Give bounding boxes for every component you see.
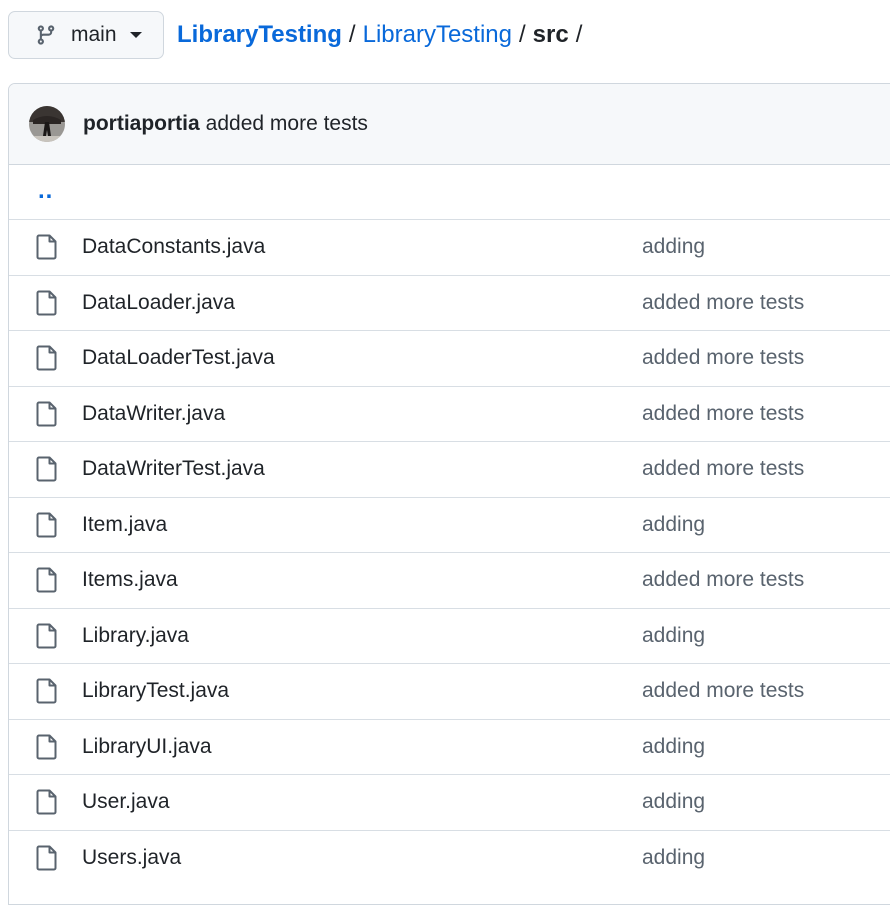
file-row[interactable]: DataLoaderTest.java added more tests: [9, 330, 890, 386]
file-rows: DataConstants.java adding DataLoader.java a…: [9, 219, 890, 885]
file-name-link[interactable]: LibraryUI.java: [82, 735, 212, 759]
file-row[interactable]: LibraryTest.java added more tests: [9, 663, 890, 719]
file-list-box: portiaportia added more tests .. DataCon…: [8, 83, 890, 905]
file-icon: [36, 234, 58, 260]
file-commit-message-link[interactable]: adding: [642, 790, 705, 814]
avatar[interactable]: [29, 106, 65, 142]
file-icon: [36, 845, 58, 871]
file-name-link[interactable]: Items.java: [82, 568, 178, 592]
file-commit-message-link[interactable]: added more tests: [642, 402, 804, 426]
file-icon: [36, 678, 58, 704]
file-row[interactable]: Items.java added more tests: [9, 552, 890, 608]
file-icon: [36, 456, 58, 482]
parent-directory-link[interactable]: ..: [38, 177, 53, 205]
commit-message-link[interactable]: added more tests: [206, 112, 368, 136]
file-row[interactable]: DataWriterTest.java added more tests: [9, 441, 890, 497]
breadcrumb-separator: /: [519, 21, 526, 48]
breadcrumb-current-dir: src: [532, 21, 569, 48]
file-commit-message-link[interactable]: added more tests: [642, 568, 804, 592]
git-branch-icon: [35, 24, 57, 46]
file-row[interactable]: DataConstants.java adding: [9, 219, 890, 275]
latest-commit-header: portiaportia added more tests: [9, 84, 890, 165]
file-name-link[interactable]: LibraryTest.java: [82, 679, 229, 703]
file-icon: [36, 512, 58, 538]
file-row[interactable]: User.java adding: [9, 774, 890, 830]
file-name-link[interactable]: Library.java: [82, 624, 189, 648]
file-row[interactable]: LibraryUI.java adding: [9, 718, 890, 775]
file-commit-message-link[interactable]: adding: [642, 235, 705, 259]
file-row[interactable]: Library.java adding: [9, 607, 890, 664]
file-icon: [36, 623, 58, 649]
parent-directory-row[interactable]: ..: [9, 165, 890, 219]
file-name-link[interactable]: Users.java: [82, 846, 181, 870]
file-row[interactable]: Item.java adding: [9, 496, 890, 553]
file-icon: [36, 789, 58, 815]
file-name-link[interactable]: DataConstants.java: [82, 235, 265, 259]
file-icon: [36, 345, 58, 371]
breadcrumb-repo-name-link[interactable]: LibraryTesting: [363, 21, 512, 49]
file-commit-message-link[interactable]: added more tests: [642, 291, 804, 315]
file-icon: [36, 401, 58, 427]
branch-label: main: [71, 23, 117, 46]
file-icon: [36, 290, 58, 316]
file-name-link[interactable]: DataLoader.java: [82, 291, 235, 315]
breadcrumb: LibraryTesting / LibraryTesting / src /: [177, 21, 589, 49]
file-commit-message-link[interactable]: added more tests: [642, 679, 804, 703]
file-name-link[interactable]: DataLoaderTest.java: [82, 346, 275, 370]
file-icon: [36, 734, 58, 760]
file-icon: [36, 567, 58, 593]
file-row[interactable]: DataLoader.java added more tests: [9, 274, 890, 331]
repo-topbar: main LibraryTesting / LibraryTesting / s…: [8, 11, 589, 59]
file-row[interactable]: Users.java adding: [9, 829, 890, 886]
file-commit-message-link[interactable]: added more tests: [642, 346, 804, 370]
file-commit-message-link[interactable]: adding: [642, 513, 705, 537]
commit-author-link[interactable]: portiaportia: [83, 112, 200, 136]
file-name-link[interactable]: DataWriter.java: [82, 402, 225, 426]
breadcrumb-separator: /: [348, 21, 356, 48]
file-name-link[interactable]: Item.java: [82, 513, 167, 537]
file-name-link[interactable]: DataWriterTest.java: [82, 457, 265, 481]
file-commit-message-link[interactable]: adding: [642, 624, 705, 648]
file-commit-message-link[interactable]: adding: [642, 846, 705, 870]
breadcrumb-repo-owner-link[interactable]: LibraryTesting: [177, 21, 342, 49]
file-name-link[interactable]: User.java: [82, 790, 170, 814]
caret-down-icon: [129, 32, 142, 38]
file-row[interactable]: DataWriter.java added more tests: [9, 385, 890, 442]
breadcrumb-separator: /: [575, 21, 583, 48]
branch-selector-button[interactable]: main: [8, 11, 164, 59]
file-commit-message-link[interactable]: adding: [642, 735, 705, 759]
file-commit-message-link[interactable]: added more tests: [642, 457, 804, 481]
